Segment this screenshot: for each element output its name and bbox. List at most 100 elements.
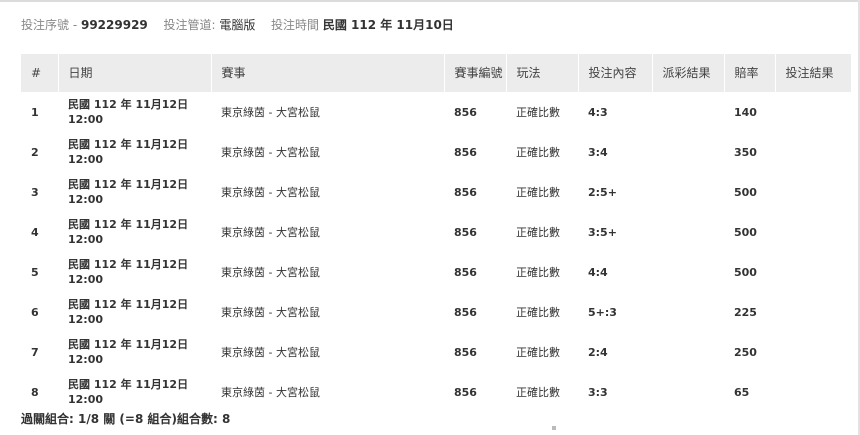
row-date-time: 12:00: [68, 353, 104, 366]
row-match: 東京綠茵 - 大宮松鼠: [211, 332, 444, 372]
header-col-content: 投注內容: [578, 54, 653, 92]
row-match: 東京綠茵 - 大宮松鼠: [211, 372, 444, 412]
row-content: 4:4: [578, 252, 652, 292]
row-odds: 250: [724, 332, 775, 372]
table-row: 6 民國 112 年 11月12日 12:00 東京綠茵 - 大宮松鼠 856 正確比數 5…: [21, 292, 851, 332]
table-row: 1 民國 112 年 11月12日 12:00 東京綠茵 - 大宮松鼠 856 正確比數 4…: [21, 92, 851, 132]
row-result: [775, 132, 851, 172]
row-content: 3:4: [578, 132, 652, 172]
row-play: 正確比數: [506, 92, 578, 132]
row-number: 5: [21, 252, 58, 292]
row-match-no: 856: [444, 172, 506, 212]
row-date-time: 12:00: [68, 313, 104, 326]
row-date-day: 民國 112 年 11月12日: [68, 218, 189, 231]
row-result: [775, 292, 851, 332]
header-col-result: 投注結果: [775, 54, 851, 92]
row-date-time: 12:00: [68, 193, 104, 206]
table-header-row: # 日期 賽事 賽事編號 玩法 投注內容 派彩結果 賠率 投注結果: [21, 54, 851, 92]
row-date-day: 民國 112 年 11月12日: [68, 178, 189, 191]
header-col-odds: 賠率: [724, 54, 776, 92]
row-match: 東京綠茵 - 大宮松鼠: [211, 212, 444, 252]
header-col-match: 賽事: [211, 54, 445, 92]
row-date-day: 民國 112 年 11月12日: [68, 258, 189, 271]
row-date-time: 12:00: [68, 153, 104, 166]
row-date-time: 12:00: [68, 233, 104, 246]
row-number: 1: [21, 92, 58, 132]
row-play: 正確比數: [506, 372, 578, 412]
row-play: 正確比數: [506, 332, 578, 372]
row-date-time: 12:00: [68, 113, 104, 126]
row-result: [775, 372, 851, 412]
row-odds: 225: [724, 292, 775, 332]
table-row: 8 民國 112 年 11月12日 12:00 東京綠茵 - 大宮松鼠 856 正確比數 3…: [21, 372, 851, 412]
row-content: 3:3: [578, 372, 652, 412]
table-row: 4 民國 112 年 11月12日 12:00 東京綠茵 - 大宮松鼠 856 正確比數 3…: [21, 212, 851, 252]
row-date: 民國 112 年 11月12日 12:00: [58, 372, 211, 412]
header-col-match-no: 賽事編號: [444, 54, 507, 92]
row-odds: 500: [724, 212, 775, 252]
row-match-no: 856: [444, 252, 506, 292]
row-date-day: 民國 112 年 11月12日: [68, 338, 189, 351]
row-date-day: 民國 112 年 11月12日: [68, 98, 189, 111]
row-odds: 65: [724, 372, 775, 412]
row-odds: 350: [724, 132, 775, 172]
row-date: 民國 112 年 11月12日 12:00: [58, 92, 211, 132]
row-date: 民國 112 年 11月12日 12:00: [58, 212, 211, 252]
row-content: 2:4: [578, 332, 652, 372]
time-value: 民國 112 年 11月10日: [322, 18, 454, 32]
row-result: [775, 172, 851, 212]
row-payout: [652, 92, 724, 132]
row-date: 民國 112 年 11月12日 12:00: [58, 332, 211, 372]
header-col-play: 玩法: [506, 54, 579, 92]
row-number: 4: [21, 212, 58, 252]
row-content: 3:5+: [578, 212, 652, 252]
row-result: [775, 252, 851, 292]
channel-value: 電腦版: [219, 18, 256, 32]
row-date-day: 民國 112 年 11月12日: [68, 378, 189, 391]
row-date-time: 12:00: [68, 273, 104, 286]
row-odds: 500: [724, 172, 775, 212]
combination-summary: 過關組合: 1/8 關 (=8 組合)組合數: 8: [21, 412, 231, 426]
row-match: 東京綠茵 - 大宮松鼠: [211, 92, 444, 132]
row-match-no: 856: [444, 212, 506, 252]
bet-detail-table: # 日期 賽事 賽事編號 玩法 投注內容 派彩結果 賠率 投注結果 1 民國 112 年 11月1…: [21, 54, 851, 412]
row-content: 4:3: [578, 92, 652, 132]
row-number: 6: [21, 292, 58, 332]
row-match-no: 856: [444, 292, 506, 332]
row-payout: [652, 252, 724, 292]
row-content: 5+:3: [578, 292, 652, 332]
time-label: 投注時間: [270, 18, 319, 32]
header-col-payout: 派彩結果: [652, 54, 725, 92]
row-match: 東京綠茵 - 大宮松鼠: [211, 172, 444, 212]
table-row: 7 民國 112 年 11月12日 12:00 東京綠茵 - 大宮松鼠 856 正確比數 2…: [21, 332, 851, 372]
table-row: 3 民國 112 年 11月12日 12:00 東京綠茵 - 大宮松鼠 856 正確比數 2…: [21, 172, 851, 212]
row-result: [775, 212, 851, 252]
bet-header: 投注序號 - 99229929 投注管道: 電腦版 投注時間 民國 112 年 …: [21, 15, 454, 35]
row-payout: [652, 132, 724, 172]
row-odds: 500: [724, 252, 775, 292]
row-match-no: 856: [444, 92, 506, 132]
row-date-day: 民國 112 年 11月12日: [68, 298, 189, 311]
row-date: 民國 112 年 11月12日 12:00: [58, 172, 211, 212]
header-col-num: #: [21, 54, 59, 92]
header-col-date: 日期: [58, 54, 212, 92]
row-date-time: 12:00: [68, 393, 104, 406]
row-result: [775, 332, 851, 372]
row-result: [775, 92, 851, 132]
row-play: 正確比數: [506, 292, 578, 332]
row-match: 東京綠茵 - 大宮松鼠: [211, 132, 444, 172]
row-match-no: 856: [444, 372, 506, 412]
row-play: 正確比數: [506, 212, 578, 252]
table-row: 5 民國 112 年 11月12日 12:00 東京綠茵 - 大宮松鼠 856 正確比數 4…: [21, 252, 851, 292]
row-date: 民國 112 年 11月12日 12:00: [58, 292, 211, 332]
row-number: 3: [21, 172, 58, 212]
row-play: 正確比數: [506, 252, 578, 292]
top-border: [0, 0, 860, 2]
channel-label: 投注管道:: [163, 18, 216, 32]
row-date-day: 民國 112 年 11月12日: [68, 138, 189, 151]
row-number: 7: [21, 332, 58, 372]
row-content: 2:5+: [578, 172, 652, 212]
scroll-dot: [552, 426, 556, 430]
table-row: 2 民國 112 年 11月12日 12:00 東京綠茵 - 大宮松鼠 856 正確比數 3…: [21, 132, 851, 172]
row-number: 2: [21, 132, 58, 172]
